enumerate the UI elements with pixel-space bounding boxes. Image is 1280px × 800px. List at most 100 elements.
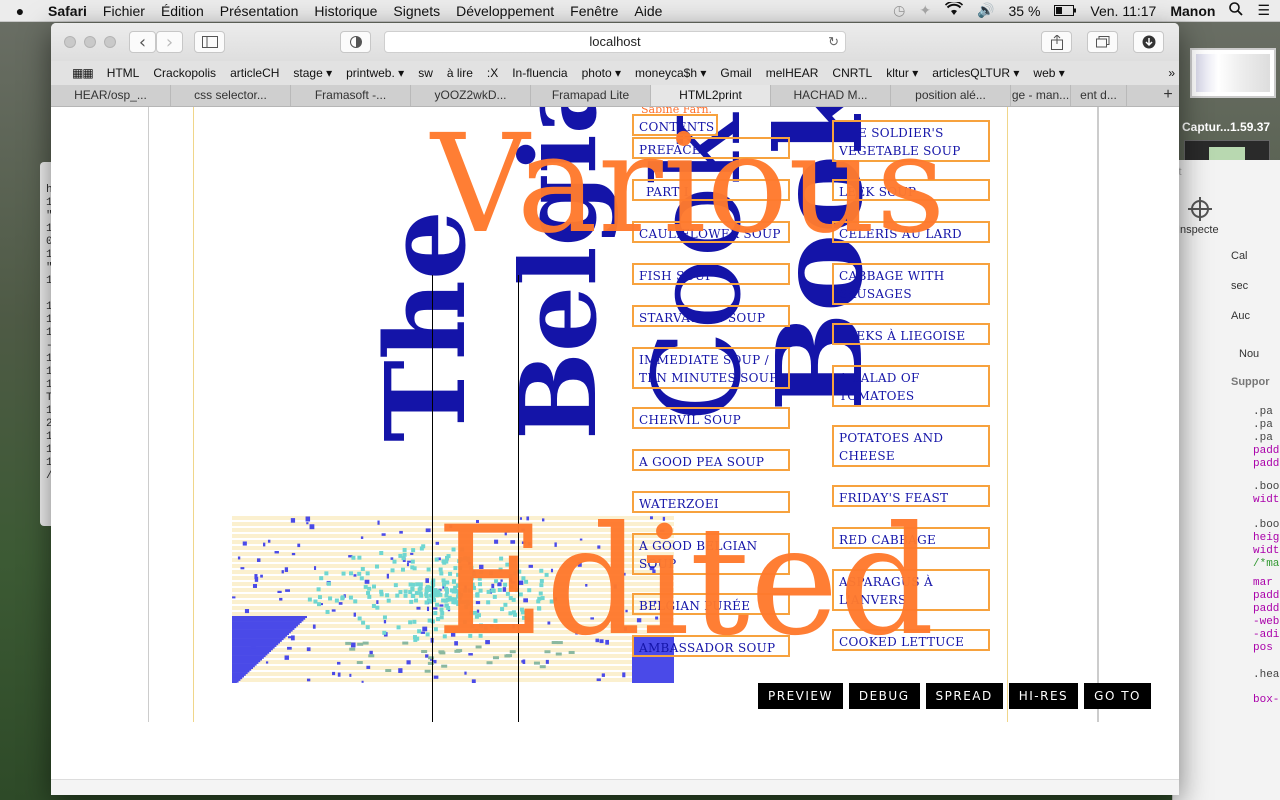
spread-button[interactable]: Spread (925, 683, 1003, 709)
bookmark-item[interactable]: Crackopolis (146, 66, 223, 80)
inspector-tab-cal[interactable]: Cal (1231, 250, 1248, 262)
desktop-screenshot-label[interactable]: Captur...1.59.37 (1182, 120, 1270, 134)
menu-developpement[interactable]: Développement (448, 3, 562, 19)
toc-item[interactable]: Cabbage with Sausages (832, 263, 990, 305)
window-close-button[interactable] (64, 36, 76, 48)
menu-app-safari[interactable]: Safari (40, 3, 95, 19)
browser-tab[interactable]: Framapad Lite (531, 85, 651, 106)
bookmarks-overflow-chevron[interactable]: » (1161, 66, 1179, 80)
bookmark-folder[interactable]: photo ▾ (575, 66, 628, 80)
share-button[interactable] (1041, 31, 1072, 53)
bookmark-item[interactable]: Gmail (713, 66, 758, 80)
browser-tab[interactable]: Framasoft -... (291, 85, 411, 106)
browser-tab[interactable]: ge - man... (1011, 85, 1071, 106)
pixel-art-cloud (379, 551, 384, 556)
reload-icon[interactable]: ↻ (828, 32, 839, 52)
battery-icon[interactable] (1054, 3, 1077, 19)
bookmark-folder[interactable]: stage ▾ (286, 66, 339, 80)
back-button[interactable]: ‹ (129, 31, 156, 53)
go-to-button[interactable]: Go to (1084, 683, 1152, 709)
privacy-shield-button[interactable] (340, 31, 371, 53)
menu-fenetre[interactable]: Fenêtre (562, 3, 626, 19)
browser-tab[interactable]: css selector... (171, 85, 291, 106)
browser-tab[interactable]: ent d... (1071, 85, 1127, 106)
pixel-art-dot (260, 574, 263, 578)
desktop-screenshot-thumbnail[interactable] (1190, 48, 1276, 98)
user-name[interactable]: Manon (1170, 3, 1215, 19)
bookmark-item[interactable]: sw (411, 66, 440, 80)
bookmark-item[interactable]: In-fluencia (505, 66, 574, 80)
sidebar-toggle-button[interactable] (194, 31, 225, 53)
bookmark-item[interactable]: HTML (100, 66, 147, 80)
pixel-art-cloud (410, 587, 415, 592)
bookmark-item[interactable]: à lire (440, 66, 480, 80)
apple-menu-icon[interactable]: ● (0, 3, 40, 19)
battery-percent[interactable]: 35 % (1008, 3, 1040, 19)
menu-fichier[interactable]: Fichier (95, 3, 153, 19)
pixel-art-cloud (351, 555, 356, 560)
pixel-art-dot (353, 612, 356, 617)
debug-button[interactable]: Debug (848, 683, 920, 709)
bookmark-item[interactable]: articleCH (223, 66, 286, 80)
inspector-inspect-label[interactable]: Inspecte (1177, 224, 1219, 236)
pixel-art-dot (291, 552, 296, 556)
preview-button[interactable]: Preview (758, 683, 843, 709)
bookmark-folder[interactable]: printweb. ▾ (339, 66, 411, 80)
bookmark-item[interactable]: melHEAR (759, 66, 826, 80)
toc-item[interactable]: Starvation Soup (632, 305, 790, 327)
toc-item[interactable]: A Good Pea Soup (632, 449, 790, 471)
notification-center-icon[interactable]: ☰ (1257, 2, 1270, 19)
pixel-art-cloud (324, 571, 329, 576)
address-bar[interactable]: localhost ↻ (384, 31, 846, 53)
browser-tab[interactable]: yOOZ2wkD... (411, 85, 531, 106)
menu-aide[interactable]: Aide (626, 3, 670, 19)
menu-edition[interactable]: Édition (153, 3, 212, 19)
spotlight-search-icon[interactable] (1229, 2, 1244, 19)
bookmark-item[interactable]: :X (480, 66, 505, 80)
browser-tab-active[interactable]: HTML2print (651, 85, 771, 106)
wifi-icon[interactable] (944, 0, 964, 19)
top-sites-grid-icon[interactable]: ▦▦ (65, 66, 100, 80)
pixel-art-ground (385, 668, 392, 672)
new-tab-button[interactable]: + (1157, 85, 1179, 106)
downloads-button[interactable] (1133, 31, 1164, 53)
toc-item[interactable]: Potatoes and Cheese (832, 425, 990, 467)
time-machine-icon[interactable]: ◷ (893, 2, 905, 19)
window-minimize-button[interactable] (84, 36, 96, 48)
pixel-art-dot (250, 645, 256, 649)
bookmark-folder[interactable]: articlesQLTUR ▾ (925, 66, 1026, 80)
volume-icon[interactable]: 🔊 (977, 2, 994, 19)
inspector-nouveau[interactable]: Nou (1239, 348, 1259, 360)
toc-item[interactable]: Immediate Soup / Ten Minutes Soup (632, 347, 790, 389)
pixel-art-dot (284, 567, 289, 572)
hi-res-button[interactable]: Hi-Res (1008, 683, 1079, 709)
bookmark-folder[interactable]: kltur ▾ (879, 66, 925, 80)
pixel-art-cloud (382, 615, 387, 620)
forward-button[interactable]: › (156, 31, 183, 53)
menu-historique[interactable]: Historique (306, 3, 385, 19)
toc-item[interactable]: Fish Soup (632, 263, 790, 285)
toc-item[interactable]: A Salad of Tomatoes (832, 365, 990, 407)
bookmark-folder[interactable]: web ▾ (1026, 66, 1071, 80)
inspect-crosshair-icon[interactable] (1187, 196, 1212, 221)
pixel-art-cloud (415, 582, 420, 587)
toc-item[interactable]: Chervil Soup (632, 407, 790, 429)
desktop-thumbnail-2[interactable] (1184, 140, 1270, 162)
menu-signets[interactable]: Signets (385, 3, 448, 19)
window-zoom-button[interactable] (104, 36, 116, 48)
bookmark-folder[interactable]: moneyca$h ▾ (628, 66, 713, 80)
menu-presentation[interactable]: Présentation (212, 3, 307, 19)
pixel-art-cloud (313, 599, 318, 604)
pixel-art-dot (369, 650, 373, 655)
pixel-art-dot (306, 647, 311, 652)
browser-tab[interactable]: HACHAD M... (771, 85, 891, 106)
pixel-art-dot (279, 597, 283, 601)
tab-overview-button[interactable] (1087, 31, 1118, 53)
browser-tab[interactable]: HEAR/osp_... (51, 85, 171, 106)
bookmark-item[interactable]: CNRTL (825, 66, 879, 80)
clock[interactable]: Ven. 11:17 (1090, 3, 1156, 19)
toc-item[interactable]: Leeks à Liegoise (832, 323, 990, 345)
bluetooth-icon[interactable]: ✦ (919, 2, 931, 19)
browser-tab[interactable]: position alé... (891, 85, 1011, 106)
pixel-art-dot (244, 609, 250, 614)
